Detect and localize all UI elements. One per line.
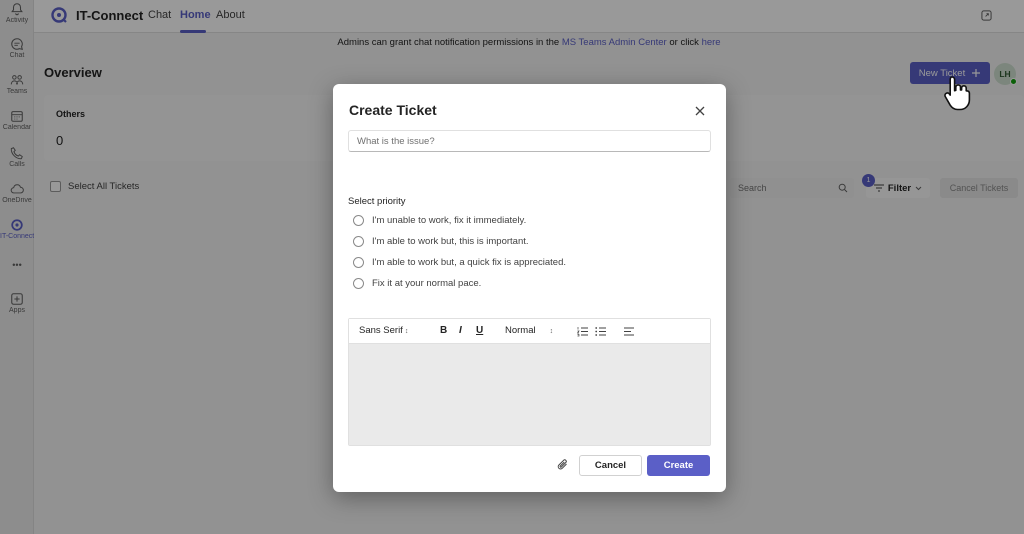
priority-radio[interactable]: [353, 257, 364, 268]
priority-radio[interactable]: [353, 236, 364, 247]
priority-option-quick-fix[interactable]: I'm able to work but, a quick fix is app…: [353, 257, 566, 268]
bullet-list-icon[interactable]: [595, 326, 606, 337]
dialog-title: Create Ticket: [349, 102, 437, 118]
issue-input[interactable]: [348, 130, 711, 152]
priority-option-label: I'm unable to work, fix it immediately.: [372, 215, 527, 226]
priority-option-normal[interactable]: Fix it at your normal pace.: [353, 278, 481, 289]
priority-label: Select priority: [348, 196, 406, 207]
close-icon[interactable]: [693, 104, 707, 118]
font-size-select[interactable]: Normal ↕: [505, 325, 553, 336]
cancel-button[interactable]: Cancel: [579, 455, 642, 476]
priority-radio[interactable]: [353, 278, 364, 289]
priority-option-important[interactable]: I'm able to work but, this is important.: [353, 236, 529, 247]
select-arrows-icon: ↕: [549, 328, 554, 335]
underline-icon[interactable]: U: [476, 325, 483, 336]
font-family-select[interactable]: Sans Serif ↕: [359, 325, 408, 336]
priority-option-immediate[interactable]: I'm unable to work, fix it immediately.: [353, 215, 526, 226]
select-arrows-icon: ↕: [404, 328, 409, 335]
font-family-value: Sans Serif: [359, 325, 403, 336]
priority-option-label: I'm able to work but, this is important.: [372, 236, 529, 247]
font-size-value: Normal: [505, 325, 536, 336]
priority-radio[interactable]: [353, 215, 364, 226]
editor-content-area[interactable]: [349, 344, 710, 445]
italic-icon[interactable]: I: [459, 325, 462, 336]
priority-option-label: I'm able to work but, a quick fix is app…: [372, 257, 567, 268]
hand-cursor-icon: [944, 76, 971, 111]
create-button[interactable]: Create: [647, 455, 710, 476]
editor-toolbar: Sans Serif ↕ B I U Normal ↕: [349, 319, 710, 344]
create-ticket-dialog: Create Ticket Select priority I'm unable…: [333, 84, 726, 492]
priority-option-label: Fix it at your normal pace.: [372, 278, 482, 289]
paperclip-icon[interactable]: [557, 458, 569, 471]
ordered-list-icon[interactable]: [577, 326, 588, 337]
bold-icon[interactable]: B: [440, 325, 447, 336]
align-left-icon[interactable]: [624, 326, 635, 337]
description-editor: Sans Serif ↕ B I U Normal ↕: [348, 318, 711, 446]
